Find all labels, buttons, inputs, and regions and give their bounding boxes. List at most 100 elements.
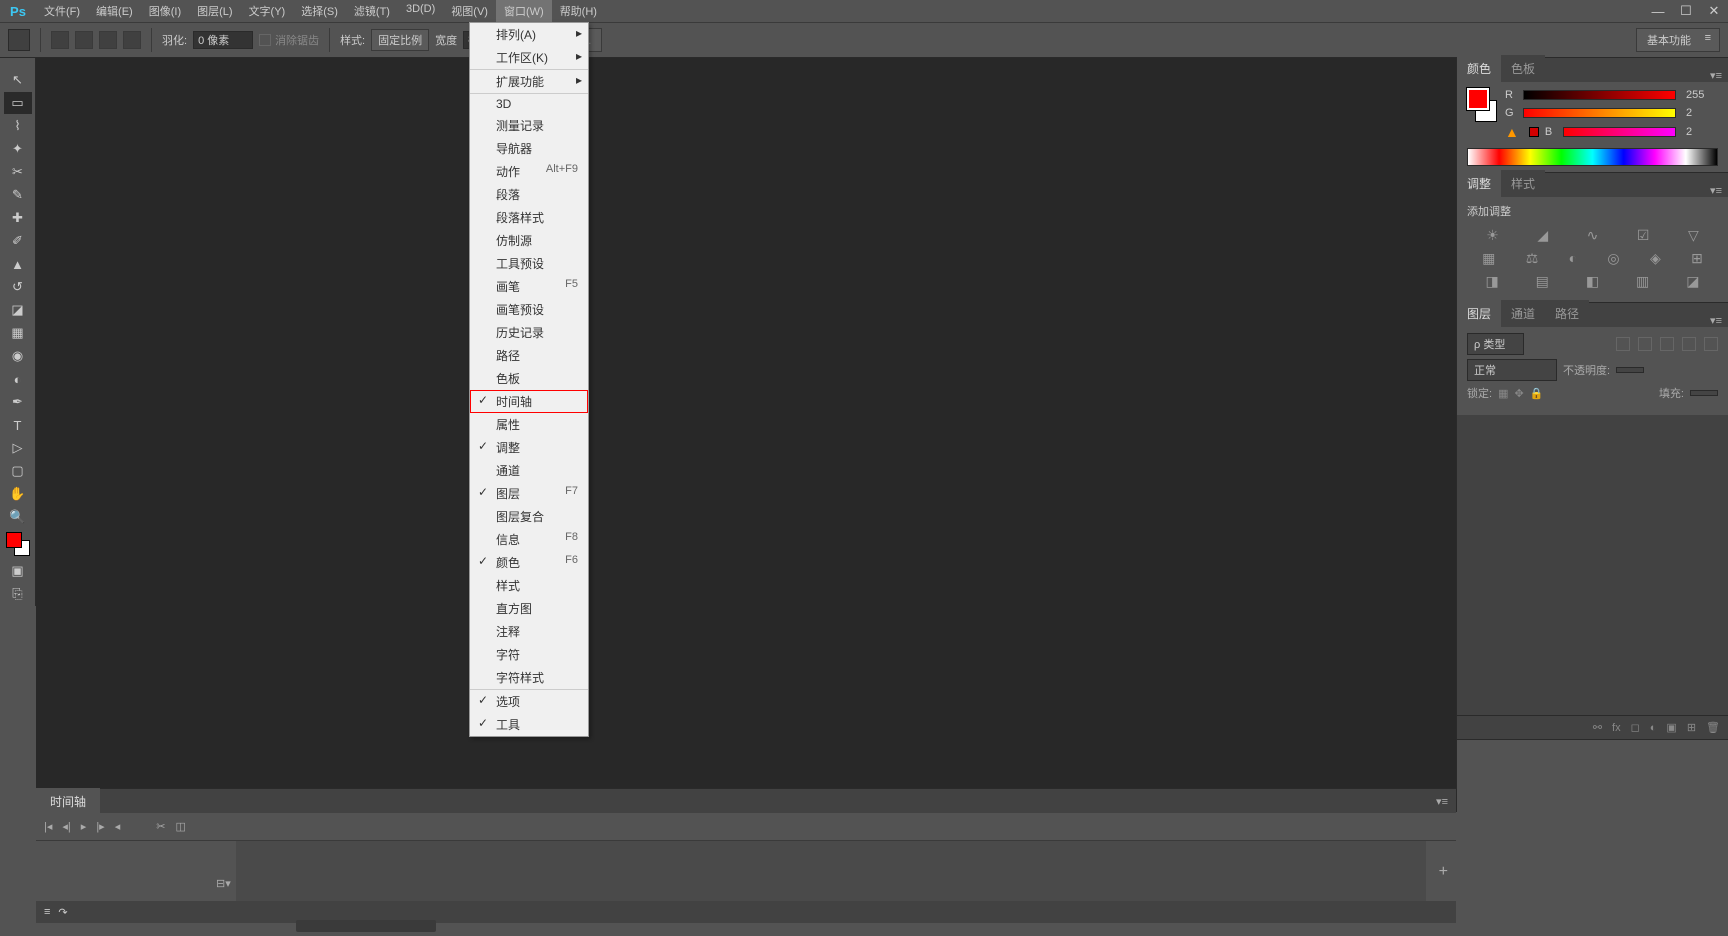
styles-tab[interactable]: 样式 [1501,170,1545,197]
adjustment-layer-icon[interactable]: ◐ [1650,722,1657,734]
filter-smart-icon[interactable] [1704,337,1718,351]
timeline-track[interactable] [236,841,1426,901]
b-slider[interactable] [1563,127,1676,137]
filter-type-icon[interactable] [1660,337,1674,351]
lock-position-icon[interactable]: ✥ [1514,387,1523,400]
layers-list[interactable] [1457,415,1728,715]
selection-new-icon[interactable] [51,31,69,49]
gradient-tool-icon[interactable]: ▦ [4,322,32,344]
track-options-icon[interactable]: ⊟▾ [216,877,231,890]
menu-item[interactable]: 窗口(W) [496,0,552,23]
menu-dropdown-item[interactable]: 样式 [470,574,588,597]
menu-dropdown-item[interactable]: 工作区(K) [470,46,588,70]
filter-adj-icon[interactable] [1638,337,1652,351]
quickmask-tool-icon[interactable]: ▣ [4,560,32,582]
filter-pixel-icon[interactable] [1616,337,1630,351]
style-select[interactable]: 固定比例 [371,29,429,51]
menu-dropdown-item[interactable]: 历史记录 [470,321,588,344]
timeline-render-icon[interactable]: ↷ [58,906,67,919]
prev-frame-icon[interactable]: ◂| [62,820,70,833]
menu-dropdown-item[interactable]: 直方图 [470,597,588,620]
maximize-button[interactable]: ☐ [1672,0,1700,22]
gamut-swatch[interactable] [1529,127,1539,137]
play-icon[interactable]: ▸ [81,820,87,833]
menu-dropdown-item[interactable]: 信息F8 [470,528,588,551]
menu-dropdown-item[interactable]: 段落 [470,183,588,206]
r-slider[interactable] [1523,90,1676,100]
menu-item[interactable]: 帮助(H) [552,0,605,23]
menu-item[interactable]: 3D(D) [398,0,443,23]
menu-item[interactable]: 选择(S) [293,0,346,23]
first-frame-icon[interactable]: |◂ [44,820,52,833]
eraser-tool-icon[interactable]: ◪ [4,299,32,321]
b-value[interactable]: 2 [1682,125,1718,139]
lookup-icon[interactable]: ⊞ [1691,250,1703,267]
transition-icon[interactable]: ◫ [175,820,185,833]
pen-tool-icon[interactable]: ✒ [4,391,32,413]
menu-dropdown-item[interactable]: 字符样式 [470,666,588,690]
adjustments-tab[interactable]: 调整 [1457,170,1501,197]
dodge-tool-icon[interactable]: ◐ [4,368,32,390]
channel-mixer-icon[interactable]: ◈ [1650,250,1661,267]
next-frame-icon[interactable]: |▸ [96,820,104,833]
g-value[interactable]: 2 [1682,106,1718,120]
menu-item[interactable]: 编辑(E) [88,0,141,23]
type-tool-icon[interactable]: T [4,414,32,436]
curves-icon[interactable]: ∿ [1587,227,1599,244]
menu-dropdown-item[interactable]: 图层复合 [470,505,588,528]
menu-dropdown-item[interactable]: 字符 [470,643,588,666]
menu-dropdown-item[interactable]: 动作Alt+F9 [470,160,588,183]
selection-subtract-icon[interactable] [99,31,117,49]
menu-dropdown-item[interactable]: 3D [470,94,588,114]
panel-menu-icon[interactable]: ▾≡ [1428,795,1456,808]
eyedropper-tool-icon[interactable]: ✎ [4,184,32,206]
crop-tool-icon[interactable]: ✂ [4,161,32,183]
color-tab[interactable]: 颜色 [1457,55,1501,82]
hue-icon[interactable]: ▦ [1482,250,1495,267]
menu-dropdown-item[interactable]: 段落样式 [470,206,588,229]
posterize-icon[interactable]: ▤ [1536,273,1549,290]
gradient-map-icon[interactable]: ▥ [1636,273,1649,290]
menu-dropdown-item[interactable]: 画笔预设 [470,298,588,321]
path-select-tool-icon[interactable]: ▷ [4,437,32,459]
layers-tab[interactable]: 图层 [1457,300,1501,327]
channels-tab[interactable]: 通道 [1501,300,1545,327]
selection-intersect-icon[interactable] [123,31,141,49]
move-tool-icon[interactable]: ↖ [4,69,32,91]
fill-input[interactable] [1690,390,1718,396]
lock-pixels-icon[interactable]: ▦ [1498,387,1508,400]
filter-shape-icon[interactable] [1682,337,1696,351]
blur-tool-icon[interactable]: ◉ [4,345,32,367]
menu-dropdown-item[interactable]: 画笔F5 [470,275,588,298]
lock-all-icon[interactable]: 🔒 [1530,387,1544,400]
vibrance-icon[interactable]: ▽ [1688,227,1699,244]
menu-dropdown-item[interactable]: 选项 [470,690,588,713]
clone-stamp-tool-icon[interactable]: ▲ [4,253,32,275]
menu-dropdown-item[interactable]: 调整 [470,436,588,459]
scissors-icon[interactable]: ✂ [156,820,165,833]
hand-tool-icon[interactable]: ✋ [4,483,32,505]
workspace-select[interactable]: 基本功能 [1636,28,1720,52]
menu-dropdown-item[interactable]: 时间轴 [470,390,588,413]
last-frame-icon[interactable]: ◂ [115,820,121,833]
marquee-tool-preset-icon[interactable] [8,29,30,51]
menu-dropdown-item[interactable]: 通道 [470,459,588,482]
timeline-tab[interactable]: 时间轴 [36,788,100,815]
link-layers-icon[interactable]: ⚯ [1593,721,1602,734]
marquee-tool-icon[interactable]: ▭ [4,92,32,114]
menu-dropdown-item[interactable]: 测量记录 [470,114,588,137]
menu-item[interactable]: 图像(I) [141,0,189,23]
new-layer-icon[interactable]: ⊞ [1687,721,1696,734]
menu-item[interactable]: 文件(F) [36,0,88,23]
foreground-color[interactable] [6,532,22,548]
color-swatch[interactable] [6,532,30,556]
blend-mode-select[interactable]: 正常 [1467,359,1557,381]
timeline-zoom-slider[interactable] [296,920,436,932]
feather-input[interactable] [193,31,253,49]
invert-icon[interactable]: ◨ [1485,273,1498,290]
menu-dropdown-item[interactable]: 工具预设 [470,252,588,275]
menu-dropdown-item[interactable]: 扩展功能 [470,70,588,94]
gamut-warning-icon[interactable]: ▲ [1505,124,1519,140]
healing-brush-tool-icon[interactable]: ✚ [4,207,32,229]
layer-group-icon[interactable]: ▣ [1666,721,1676,734]
